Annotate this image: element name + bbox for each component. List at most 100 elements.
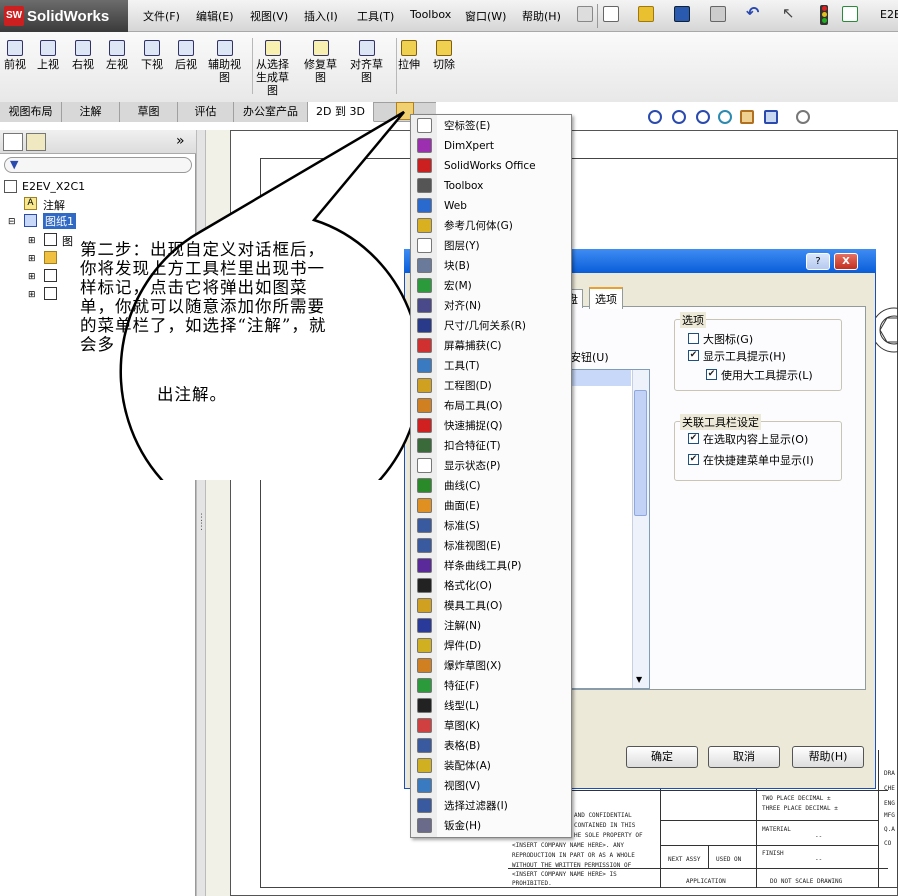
tab-options[interactable]: 选项 [589, 287, 623, 309]
command-button[interactable]: 拉伸 [398, 36, 420, 71]
view-orientation-icon[interactable] [764, 110, 778, 124]
popup-menu-item[interactable]: 标准视图(E) [437, 536, 571, 556]
popup-menu-item[interactable]: 曲面(E) [437, 496, 571, 516]
popup-menu-item[interactable]: 样条曲线工具(P) [437, 556, 571, 576]
menu-item[interactable]: Toolbox [410, 8, 451, 21]
menu-item[interactable]: 帮助(H) [522, 8, 561, 24]
popup-menu-item[interactable]: 焊件(D) [437, 636, 571, 656]
menu-item[interactable]: 插入(I) [304, 8, 338, 24]
scroll-down-icon[interactable]: ▼ [636, 675, 642, 684]
options-icon[interactable] [842, 6, 858, 22]
popup-menu-item[interactable]: SolidWorks Office [437, 156, 571, 176]
cancel-button[interactable]: 取消 [708, 746, 780, 768]
command-button[interactable]: 左视 [106, 36, 128, 71]
show-tooltips-checkbox[interactable]: ✔ [688, 350, 699, 361]
menu-item[interactable]: 编辑(E) [196, 8, 234, 24]
command-button[interactable]: 切除 [433, 36, 455, 71]
pan-icon[interactable] [740, 110, 754, 124]
scrollbar-thumb[interactable] [634, 390, 647, 516]
popup-menu-item[interactable]: 装配体(A) [437, 756, 571, 776]
popup-menu-item[interactable]: 宏(M) [437, 276, 571, 296]
command-label: 下视 [141, 58, 163, 71]
menu-item[interactable]: 工具(T) [357, 8, 394, 24]
rotate-view-icon[interactable] [718, 110, 732, 124]
popup-menu-item[interactable]: 尺寸/几何关系(R) [437, 316, 571, 336]
command-button[interactable]: 从选择 生成草 图 [256, 36, 289, 97]
popup-menu-item[interactable]: 注解(N) [437, 616, 571, 636]
blank-icon [417, 118, 432, 133]
menu-item[interactable]: 视图(V) [250, 8, 288, 24]
select-arrow-icon[interactable]: ↖ [782, 6, 798, 22]
rebuild-traffic-light-icon[interactable] [820, 5, 828, 25]
popup-menu-item[interactable]: 显示状态(P) [437, 456, 571, 476]
popup-menu-item[interactable]: 对齐(N) [437, 296, 571, 316]
zoom-to-fit-icon[interactable] [648, 110, 662, 124]
command-button[interactable]: 下视 [141, 36, 163, 71]
mold-icon [417, 598, 432, 613]
popup-menu-item[interactable]: 工程图(D) [437, 376, 571, 396]
show-on-selection-checkbox[interactable]: ✔ [688, 433, 699, 444]
command-separator [252, 38, 253, 94]
popup-menu-item[interactable]: 视图(V) [437, 776, 571, 796]
display-state-icon [417, 458, 432, 473]
command-button[interactable]: 上视 [37, 36, 59, 71]
title-block-text: <INSERT COMPANY NAME HERE>. ANY [512, 842, 624, 849]
callout-text: 第二步：出现自定义对话框后，你将发现上方工具栏里出现书一样标记，点击它将弹出如图… [80, 240, 327, 354]
help-button[interactable]: 帮助(H) [792, 746, 864, 768]
command-label: 对齐草 图 [350, 58, 383, 84]
command-button[interactable]: 后视 [175, 36, 197, 71]
splitter-grip-icon[interactable]: ⋮ ⋮ [197, 514, 206, 542]
popup-menu-item[interactable]: 扣合特征(T) [437, 436, 571, 456]
command-button[interactable]: 修复草 图 [304, 36, 337, 84]
popup-menu-item[interactable]: 爆炸草图(X) [437, 656, 571, 676]
popup-menu-item[interactable]: 线型(L) [437, 696, 571, 716]
pin-icon[interactable] [577, 6, 593, 22]
globe-icon [417, 198, 432, 213]
solidworks-logo[interactable]: SW SolidWorks [0, 0, 128, 32]
popup-menu-item[interactable]: DimXpert [437, 136, 571, 156]
popup-menu-item[interactable]: 快速捕捉(Q) [437, 416, 571, 436]
popup-menu-item[interactable]: 草图(K) [437, 716, 571, 736]
undo-icon[interactable]: ↶ [746, 5, 762, 22]
zoom-to-area-icon[interactable] [672, 110, 686, 124]
command-button[interactable]: 辅助视 图 [208, 36, 241, 84]
new-document-icon[interactable] [603, 6, 619, 22]
popup-menu-item[interactable]: 图层(Y) [437, 236, 571, 256]
popup-menu-item[interactable]: 特征(F) [437, 676, 571, 696]
command-label: 前视 [4, 58, 26, 71]
popup-menu-item[interactable]: 钣金(H) [437, 816, 571, 836]
tools-icon [417, 358, 432, 373]
popup-menu-item[interactable]: 选择过滤器(I) [437, 796, 571, 816]
command-button[interactable]: 对齐草 图 [350, 36, 383, 84]
popup-menu-item[interactable]: 标准(S) [437, 516, 571, 536]
large-tooltips-checkbox[interactable]: ✔ [706, 369, 717, 380]
display-style-icon[interactable] [796, 110, 810, 124]
menu-item[interactable]: 窗口(W) [465, 8, 506, 24]
popup-menu-item[interactable]: 表格(B) [437, 736, 571, 756]
large-icons-checkbox[interactable] [688, 333, 699, 344]
open-folder-icon[interactable] [638, 6, 654, 22]
popup-menu-item[interactable]: 屏幕捕获(C) [437, 336, 571, 356]
dialog-help-button[interactable]: ? [806, 253, 830, 270]
ok-button[interactable]: 确定 [626, 746, 698, 768]
save-icon[interactable] [674, 6, 690, 22]
show-in-shortcut-checkbox[interactable]: ✔ [688, 454, 699, 465]
title-block-text: CONTAINED IN THIS [574, 822, 636, 829]
previous-view-icon[interactable] [696, 110, 710, 124]
print-icon[interactable] [710, 6, 726, 22]
popup-menu-item[interactable]: 格式化(O) [437, 576, 571, 596]
command-button[interactable]: 前视 [4, 36, 26, 71]
title-block-text: AND CONFIDENTIAL [574, 812, 632, 819]
menu-item[interactable]: 文件(F) [143, 8, 180, 24]
popup-menu-item[interactable]: 参考几何体(G) [437, 216, 571, 236]
popup-menu-item[interactable]: 曲线(C) [437, 476, 571, 496]
popup-menu-item[interactable]: Toolbox [437, 176, 571, 196]
popup-menu-item[interactable]: 块(B) [437, 256, 571, 276]
dialog-close-button[interactable]: X [834, 253, 858, 270]
popup-menu-item[interactable]: 模具工具(O) [437, 596, 571, 616]
popup-menu-item[interactable]: 空标签(E) [437, 116, 571, 136]
popup-menu-item[interactable]: 布局工具(O) [437, 396, 571, 416]
command-button[interactable]: 右视 [72, 36, 94, 71]
popup-menu-item[interactable]: 工具(T) [437, 356, 571, 376]
popup-menu-item[interactable]: Web [437, 196, 571, 216]
